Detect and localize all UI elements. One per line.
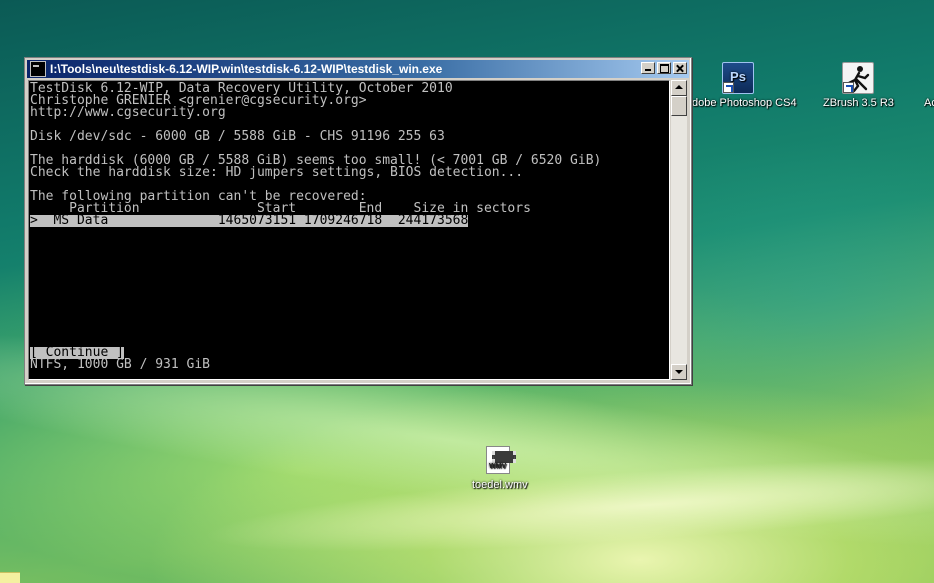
desktop-icon-label: ZBrush 3.5 R3 — [823, 97, 894, 109]
shortcut-arrow-icon — [723, 82, 734, 93]
console-line: Check the harddisk size: HD jumpers sett… — [30, 165, 524, 180]
wallpaper-streak — [198, 438, 934, 572]
minimize-button[interactable] — [641, 62, 655, 74]
desktop-icon-zbrush[interactable]: ZBrush 3.5 R3 — [820, 62, 900, 114]
window-titlebar[interactable]: I:\Tools\neu\testdisk-6.12-WIP.win\testd… — [27, 60, 689, 78]
maximize-button[interactable] — [657, 62, 671, 74]
desktop-icon-photoshop[interactable]: Ps dobe Photoshop CS4 — [692, 62, 797, 114]
partition-info-footer: NTFS, 1000 GB / 931 GiB — [30, 357, 211, 372]
console-line: Disk /dev/sdc - 6000 GB / 5588 GiB - CHS… — [30, 129, 445, 144]
console-output[interactable]: TestDisk 6.12-WIP, Data Recovery Utility… — [28, 80, 670, 380]
window-controls — [639, 62, 687, 74]
window-title: I:\Tools\neu\testdisk-6.12-WIP.win\testd… — [50, 62, 443, 76]
photoshop-icon: Ps — [722, 62, 754, 94]
scroll-down-button[interactable] — [671, 364, 687, 380]
vertical-scrollbar[interactable] — [671, 80, 687, 380]
taskbar-corner — [0, 572, 20, 583]
partition-row-selected[interactable]: > MS Data 1465073151 1709246718 24417356… — [30, 214, 469, 227]
desktop-icon-truncated[interactable]: Ac — [924, 97, 934, 111]
desktop: Ps dobe Photoshop CS4 ZBrush 3.5 R3 Ac W… — [0, 0, 934, 583]
console-app-icon[interactable] — [30, 61, 46, 77]
scroll-thumb[interactable] — [671, 96, 687, 116]
desktop-icon-wmv[interactable]: WMV toedel.wmv — [466, 446, 530, 494]
wmv-file-icon: WMV — [486, 446, 516, 474]
film-strip-icon — [492, 451, 516, 463]
zbrush-icon — [842, 62, 874, 94]
desktop-icon-label: toedel.wmv — [472, 479, 528, 491]
desktop-icon-label: Ac — [924, 97, 934, 109]
close-button[interactable] — [673, 62, 687, 74]
scroll-up-button[interactable] — [671, 80, 687, 96]
console-line: http://www.cgsecurity.org — [30, 105, 226, 120]
desktop-icon-label: dobe Photoshop CS4 — [692, 97, 797, 109]
testdisk-window[interactable]: I:\Tools\neu\testdisk-6.12-WIP.win\testd… — [24, 57, 692, 385]
shortcut-arrow-icon — [843, 82, 854, 93]
